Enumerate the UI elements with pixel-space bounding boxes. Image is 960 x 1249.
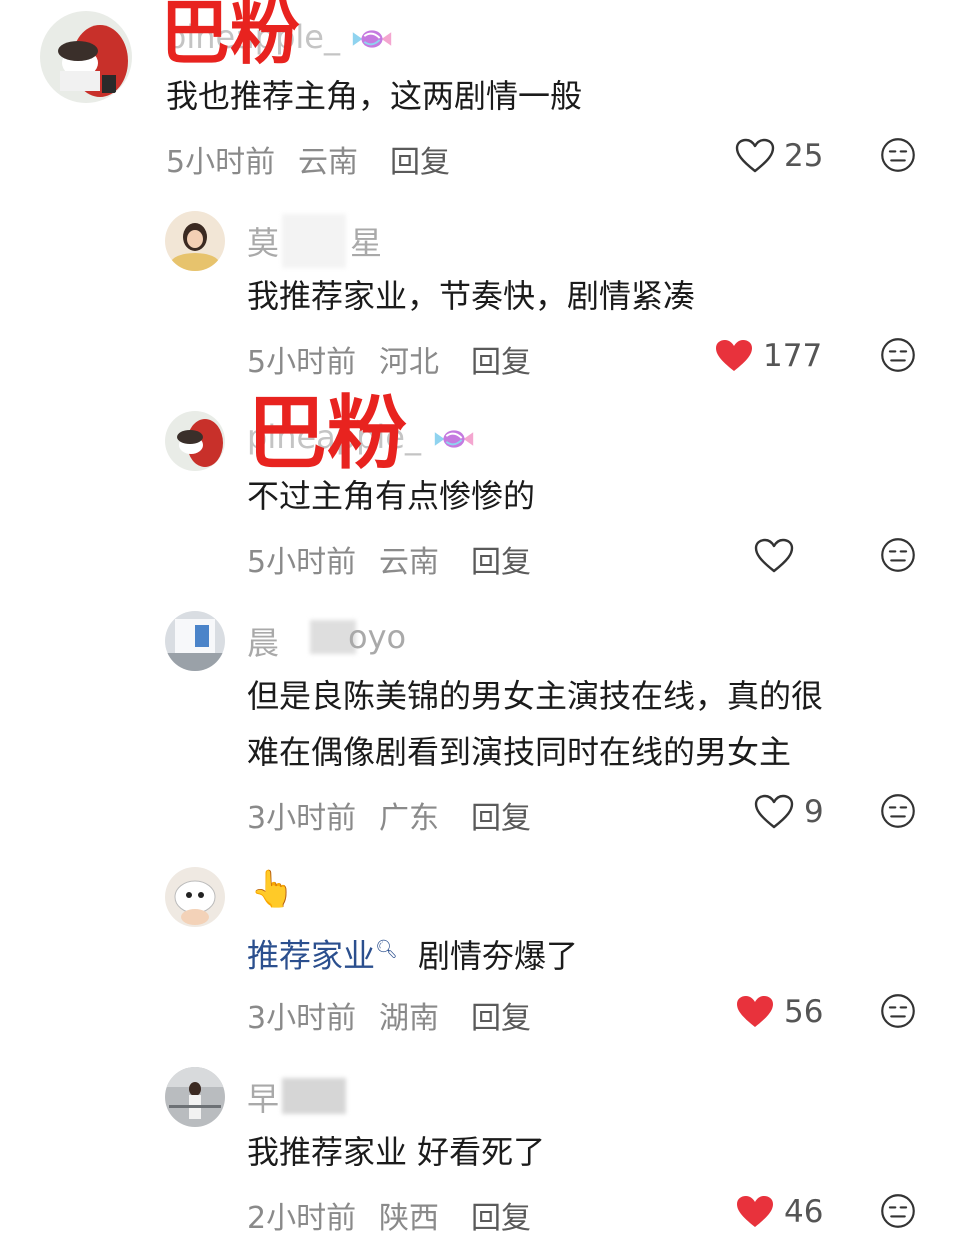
candy-icon: [430, 424, 478, 454]
comment-time: 3小时前: [247, 801, 357, 836]
dislike-face-icon[interactable]: [880, 137, 916, 173]
comment-location: 云南: [298, 145, 358, 180]
reply-item: 👆 推荐家业🔍︎ 剧情夯爆了 3小时前 湖南 回复 56: [0, 856, 960, 1046]
reply-button[interactable]: 回复: [390, 137, 450, 181]
comment-text: 我也推荐主角，这两剧情一般: [166, 77, 583, 115]
username-tail: 星: [350, 224, 383, 262]
comment-text: 我推荐家业 好看死了: [247, 1133, 546, 1171]
heart-filled-icon[interactable]: [735, 994, 775, 1030]
comment-time: 3小时前: [247, 1001, 357, 1036]
username[interactable]: 晨: [247, 618, 279, 664]
avatar[interactable]: [165, 867, 225, 927]
username-tail: oyo: [348, 618, 407, 656]
comment-time: 5小时前: [247, 545, 357, 580]
reply-button[interactable]: 回复: [471, 1193, 531, 1237]
avatar[interactable]: [165, 211, 225, 271]
like-count: 25: [784, 138, 824, 174]
comment-location: 河北: [379, 345, 439, 380]
dislike-face-icon[interactable]: [880, 993, 916, 1029]
reply-item: pineapple_ 巴粉 不过主角有点惨惨的 5小时前 云南 回复: [0, 394, 960, 590]
like-count: 56: [784, 994, 824, 1030]
overlay-fan-label: 巴粉: [247, 387, 407, 480]
comment-text-line: 难在偶像剧看到演技同时在线的男女主: [247, 733, 792, 771]
comment-location: 云南: [379, 545, 439, 580]
reply-item: 早 我推荐家业 好看死了 2小时前 陕西 回复 46: [0, 1056, 960, 1249]
reply-button[interactable]: 回复: [471, 537, 531, 581]
overlay-fan-label: 巴粉: [160, 0, 300, 74]
comment-location: 湖南: [379, 1001, 439, 1036]
heart-filled-icon[interactable]: [735, 1194, 775, 1230]
dislike-face-icon[interactable]: [880, 793, 916, 829]
like-count: 46: [784, 1194, 824, 1230]
dislike-face-icon[interactable]: [880, 1193, 916, 1229]
comment-time: 2小时前: [247, 1201, 357, 1236]
avatar[interactable]: [165, 411, 225, 471]
comment-time: 5小时前: [166, 145, 276, 180]
comment-location: 陕西: [379, 1201, 439, 1236]
heart-outline-icon[interactable]: [754, 794, 794, 830]
heart-filled-icon[interactable]: [714, 338, 754, 374]
comment-text-line: 但是良陈美锦的男女主演技在线，真的很: [247, 677, 824, 715]
search-link-text[interactable]: 推荐家业: [247, 937, 375, 975]
heart-outline-icon[interactable]: [735, 138, 775, 174]
comment-time: 5小时前: [247, 345, 357, 380]
comment-text: 不过主角有点惨惨的: [247, 477, 536, 515]
blurred-username: [282, 214, 346, 268]
reply-item: 莫 星 我推荐家业，节奏快，剧情紧凑 5小时前 河北 回复 177: [0, 200, 960, 390]
comment-item: pineapple_ 巴粉 我也推荐主角，这两剧情一般 5小时前 云南 回复 2…: [0, 0, 960, 190]
reply-button[interactable]: 回复: [471, 337, 531, 381]
username[interactable]: 莫: [247, 218, 279, 264]
username[interactable]: 👆: [250, 868, 295, 910]
blurred-username: [282, 1078, 346, 1114]
reply-item: 晨 oyo 但是良陈美锦的男女主演技在线，真的很 难在偶像剧看到演技同时在线的男…: [0, 600, 960, 850]
like-count: 9: [804, 794, 824, 830]
avatar[interactable]: [165, 1067, 225, 1127]
reply-button[interactable]: 回复: [471, 793, 531, 837]
comment-text-rest: 剧情夯爆了: [418, 936, 579, 975]
comment-location: 广东: [379, 801, 439, 836]
search-icon[interactable]: 🔍︎: [375, 939, 398, 960]
candy-icon: [348, 24, 396, 54]
dislike-face-icon[interactable]: [880, 337, 916, 373]
reply-button[interactable]: 回复: [471, 993, 531, 1037]
username[interactable]: 早: [247, 1074, 279, 1120]
like-count: 177: [763, 338, 823, 374]
heart-outline-icon[interactable]: [754, 538, 794, 574]
comment-text: 推荐家业🔍︎ 剧情夯爆了: [247, 922, 578, 984]
dislike-face-icon[interactable]: [880, 537, 916, 573]
avatar[interactable]: [165, 611, 225, 671]
comment-text: 我推荐家业，节奏快，剧情紧凑: [247, 277, 696, 315]
avatar[interactable]: [40, 11, 132, 103]
